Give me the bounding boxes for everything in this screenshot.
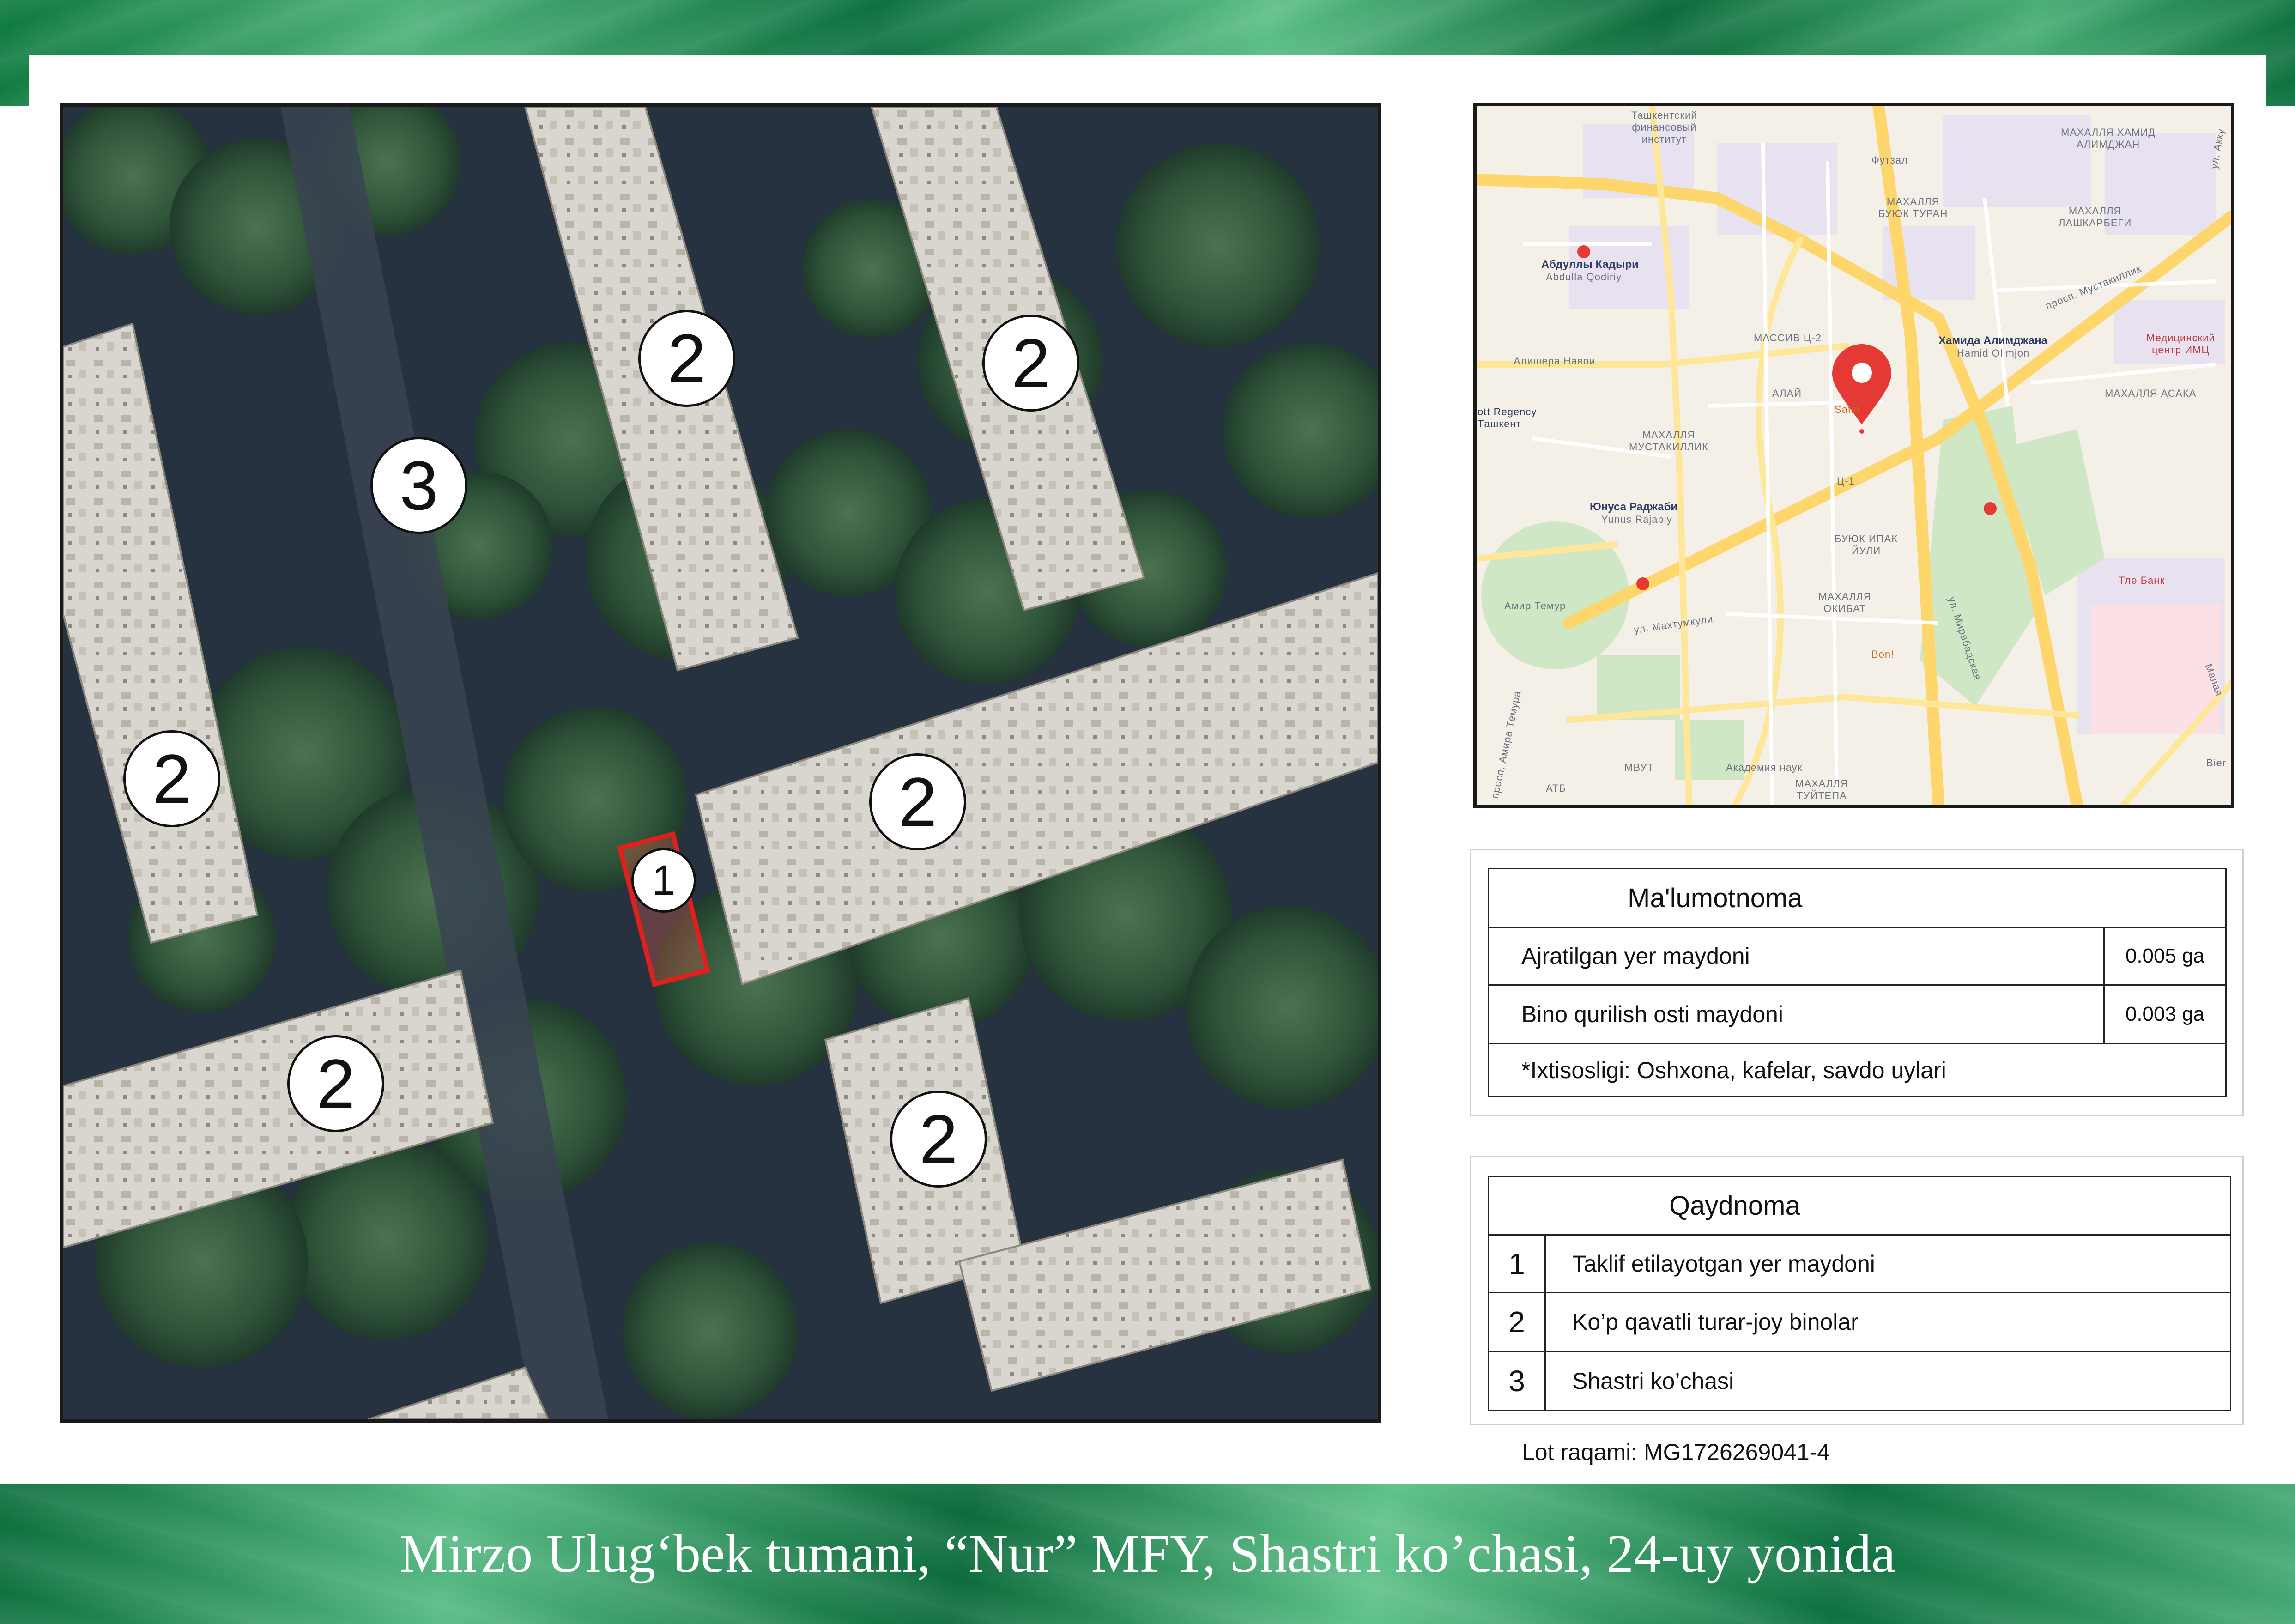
map-label: МАХАЛЛЯ МУСТАКИЛЛИК <box>1629 429 1708 453</box>
satellite-image[interactable]: 2 2 3 2 2 1 2 2 <box>60 103 1381 1423</box>
map-label: Bon! <box>1871 648 1895 660</box>
map-label: Yunus Rajabiy <box>1601 514 1672 525</box>
legend-text: Ko’p qavatli turar-joy binolar <box>1572 1309 1859 1335</box>
legend-panel: Qaydnoma 1 Taklif etilayotgan yer maydon… <box>1470 1156 2244 1425</box>
legend-number: 1 <box>1508 1247 1525 1280</box>
street-marker: 3 <box>370 437 467 534</box>
building-marker: 2 <box>638 310 735 407</box>
building-marker: 2 <box>982 315 1079 412</box>
map-label: Тле Банк <box>2119 575 2165 586</box>
map-label: Академия наук <box>1726 762 1803 773</box>
specialization-note: *Ixtisosligi: Oshxona, kafelar, savdo uy… <box>1521 1057 1946 1083</box>
legend-heading: Qaydnoma <box>1669 1190 1800 1221</box>
legend-table: Qaydnoma 1 Taklif etilayotgan yer maydon… <box>1488 1176 2231 1411</box>
map-label: Hamid Olimjon <box>1957 347 2030 359</box>
map-label: ott Regency Tашкент <box>1478 406 1537 430</box>
map-label: Абдуллы Кадыри <box>1541 258 1639 271</box>
map-label: АЛАЙ <box>1772 388 1802 399</box>
legend-text: Shastri ko’chasi <box>1572 1368 1734 1394</box>
map-label: МАХАЛЛЯ ХАМИД АЛИМДЖАН <box>2061 127 2156 150</box>
location-title: Mirzo Ulug‘bek tumani, “Nur” MFY, Shastr… <box>399 1523 1896 1584</box>
info-row-label: Bino qurilish osti maydoni <box>1521 1001 1783 1027</box>
info-row-value: 0.005 ga <box>2125 945 2205 967</box>
map-label: Bier <box>2206 757 2227 769</box>
info-table-heading: Ma'lumotnoma <box>1628 883 1803 913</box>
map-label: МАССИВ Ц-2 <box>1754 332 1822 344</box>
building-marker: 2 <box>890 1091 987 1188</box>
legend-number: 2 <box>1508 1305 1525 1339</box>
map-label: МАХАЛЛЯ ТУЙТЕПА <box>1795 778 1848 801</box>
legend-text: Taklif etilayotgan yer maydoni <box>1572 1251 1875 1277</box>
map-label: Ц-1 <box>1837 475 1855 487</box>
map-label: МАХАЛЛЯ АСАКА <box>2105 388 2197 399</box>
city-map[interactable]: Ташкентский финансовый институт МАХАЛЛЯ … <box>1473 103 2234 808</box>
map-label: Ташкентский финансовый институт <box>1631 109 1697 145</box>
map-label: Safia <box>1835 404 1860 415</box>
map-label: Амир Темур <box>1504 600 1566 612</box>
map-label: Алишера Навои <box>1514 355 1596 367</box>
map-label: Юнуса Раджаби <box>1590 501 1678 513</box>
building-marker: 2 <box>869 753 966 850</box>
map-label: МВУТ <box>1624 762 1654 773</box>
info-row-label: Ajratilgan yer maydoni <box>1521 943 1750 969</box>
info-row-value: 0.003 ga <box>2125 1003 2205 1025</box>
map-label: Abdulla Qodiriy <box>1546 271 1622 283</box>
map-label: АТБ <box>1546 782 1566 794</box>
legend-number: 3 <box>1508 1364 1525 1398</box>
map-label: Медицинский центр ИМЦ <box>2146 332 2215 356</box>
lot-number: Lot raqami: MG1726269041-4 <box>1522 1439 1830 1465</box>
info-table: Ma'lumotnoma Ajratilgan yer maydoni 0.00… <box>1488 868 2227 1097</box>
info-panel: Ma'lumotnoma Ajratilgan yer maydoni 0.00… <box>1470 849 2244 1116</box>
map-label: БУЮК ИПАК ЙУЛИ <box>1835 533 1898 557</box>
satellite-drawing <box>63 107 1378 1419</box>
map-label: МАХАЛЛЯ ЛАШКАРБЕГИ <box>2059 205 2132 229</box>
map-label: Футзал <box>1871 154 1908 166</box>
map-label: МАХАЛЛЯ БУЮК ТУРАН <box>1878 196 1948 219</box>
map-label: МАХАЛЛЯ ОКИБАТ <box>1818 591 1871 614</box>
map-label: Хамида Алимджана <box>1938 334 2047 347</box>
building-marker: 2 <box>287 1035 384 1132</box>
plot-marker: 1 <box>631 848 696 913</box>
building-marker: 2 <box>123 730 220 827</box>
